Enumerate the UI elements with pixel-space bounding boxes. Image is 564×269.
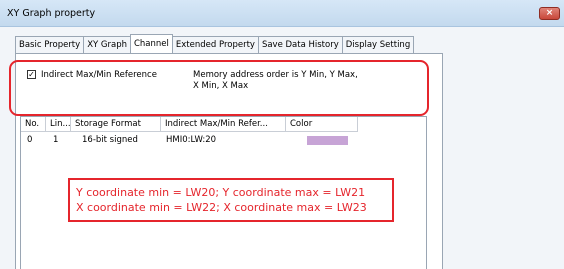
tab-display-setting[interactable]: Display Setting <box>341 36 415 53</box>
annotation-line2: X coordinate min = LW22; X coordinate ma… <box>76 201 367 214</box>
tab-basic-property[interactable]: Basic Property <box>15 36 85 53</box>
column-header-line[interactable]: Lin... <box>46 117 71 132</box>
close-icon: × <box>545 8 554 18</box>
column-header-indirect[interactable]: Indirect Max/Min Refer... <box>161 117 286 132</box>
indirect-checkbox-label: Indirect Max/Min Reference <box>41 70 157 80</box>
tab-strip: Basic Property XY Graph Channel Extended… <box>15 34 415 53</box>
window-title: XY Graph property <box>7 8 96 19</box>
row-0-no[interactable]: 0 <box>27 134 32 146</box>
tab-xy-graph[interactable]: XY Graph <box>83 36 131 53</box>
memory-order-note-line1: Memory address order is Y Min, Y Max, <box>193 70 358 80</box>
annotation-line1: Y coordinate min = LW20; Y coordinate ma… <box>76 186 366 199</box>
column-header-storage-format[interactable]: Storage Format <box>71 117 161 132</box>
tab-channel[interactable]: Channel <box>129 34 173 53</box>
indirect-checkbox[interactable]: ✓ <box>27 70 36 79</box>
row-0-indirect[interactable]: HMI0:LW:20 <box>166 134 216 146</box>
tab-extended-property[interactable]: Extended Property <box>171 36 259 53</box>
row-0-storage-format[interactable]: 16-bit signed <box>82 134 138 146</box>
row-0-line[interactable]: 1 <box>53 134 58 146</box>
memory-order-note-line2: X Min, X Max <box>193 81 249 91</box>
column-header-no[interactable]: No. <box>21 117 46 132</box>
title-bar: XY Graph property × <box>0 0 564 27</box>
close-button[interactable]: × <box>539 7 560 20</box>
row-0-color-swatch[interactable] <box>307 136 348 145</box>
memory-order-note: Memory address order is Y Min, Y Max, X … <box>193 70 383 92</box>
annotation-box: Y coordinate min = LW20; Y coordinate ma… <box>68 178 394 222</box>
check-mark-icon: ✓ <box>28 70 35 79</box>
tab-save-data-history[interactable]: Save Data History <box>257 36 343 53</box>
column-header-color[interactable]: Color <box>286 117 358 132</box>
